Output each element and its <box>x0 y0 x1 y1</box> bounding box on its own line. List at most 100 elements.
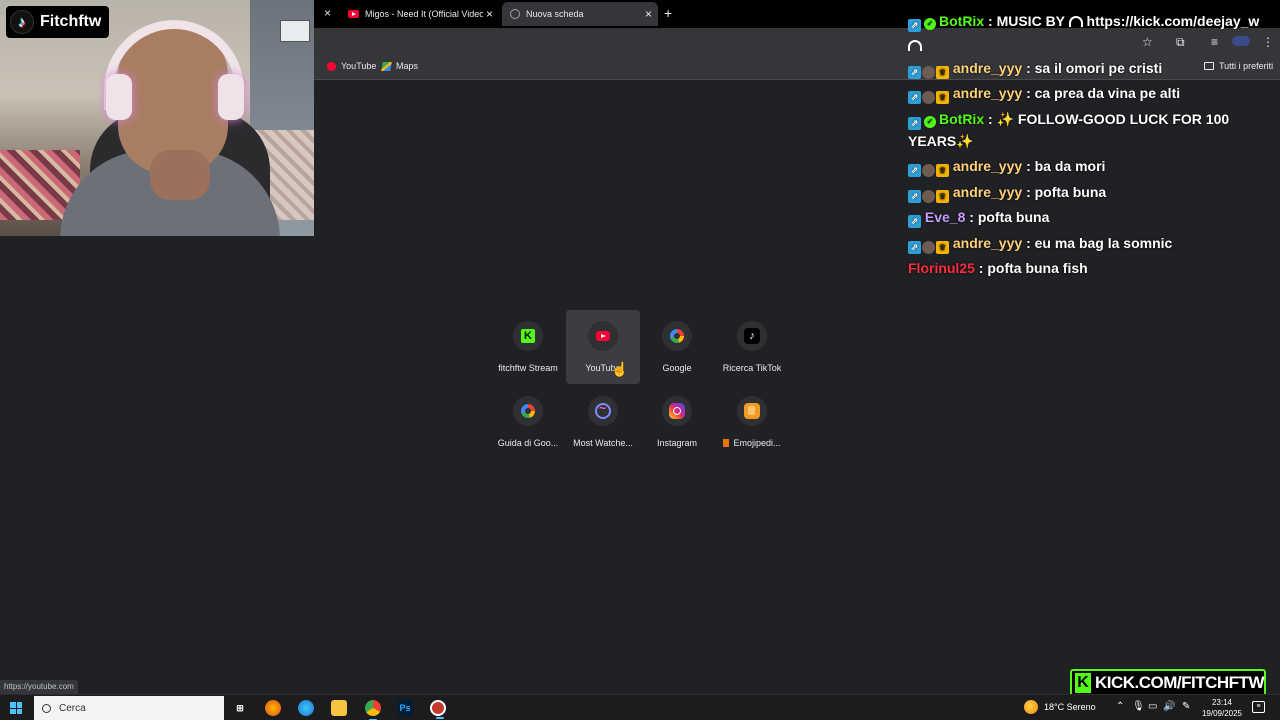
verified-badge-icon: ⇗ <box>908 91 921 104</box>
search-placeholder: Cerca <box>59 702 86 714</box>
youtube-icon <box>596 331 610 341</box>
close-tab-icon[interactable]: × <box>645 7 652 21</box>
new-tab-button[interactable]: + <box>664 5 672 21</box>
chat-message: ⇗ ♛ andre_yyy : pofta buna <box>908 181 1274 203</box>
bot-badge-icon: ✓ <box>924 116 936 128</box>
chat-text: : pofta buna <box>969 209 1050 225</box>
tab-title: Migos - Need It (Official Video) <box>365 9 483 19</box>
shortcut-fitchftw-stream[interactable]: K fitchftw Stream <box>491 310 565 384</box>
shortcut-guida-google[interactable]: Guida di Goo... <box>491 385 565 459</box>
photoshop-icon[interactable]: Ps <box>397 700 413 716</box>
bookmark-maps[interactable]: Maps <box>381 61 419 71</box>
kick-banner: K KICK.COM/FITCHFTW <box>1070 669 1266 697</box>
obs-icon[interactable] <box>430 700 446 719</box>
search-icon <box>42 703 51 713</box>
bot-badge-icon: ✓ <box>924 18 936 30</box>
network-icon[interactable]: ▭ <box>1148 701 1157 712</box>
verified-badge-icon: ⇗ <box>908 215 921 228</box>
close-icon[interactable]: × <box>324 6 331 20</box>
weather-text: 18°C Sereno <box>1044 702 1096 712</box>
notification-icon[interactable]: ≡ <box>1252 701 1265 713</box>
weather-widget[interactable]: 18°C Sereno <box>1024 700 1096 714</box>
chat-text: : eu ma bag la somnic <box>1026 235 1173 251</box>
chat-message: ⇗ ✓ BotRix : ✨ FOLLOW-GOOD LUCK FOR 100 YE… <box>908 108 1274 152</box>
chat-message: ⇗ ♛ andre_yyy : ba da mori <box>908 155 1274 177</box>
chat-username: andre_yyy <box>952 184 1023 200</box>
kick-icon: K <box>521 329 535 343</box>
status-url: https://youtube.com <box>0 680 78 694</box>
file-explorer-icon[interactable] <box>331 700 347 716</box>
chat-link: https://kick.com/deejay_w <box>1086 13 1260 29</box>
chat-username: Florinul25 <box>908 260 975 276</box>
chat-message: ⇗ ✓ BotRix : MUSIC BY https://kick.com/dee… <box>908 10 1274 56</box>
youtube-icon <box>327 61 336 71</box>
verified-badge-icon: ⇗ <box>908 241 921 254</box>
channel-badge: ♪ Fitchftw <box>6 6 110 38</box>
windows-start-icon[interactable] <box>10 702 22 714</box>
google-icon <box>521 404 535 418</box>
microphone-icon[interactable]: 🎙 <box>1132 701 1145 712</box>
chat-username: BotRix <box>939 111 985 127</box>
headphones-icon <box>908 40 922 51</box>
og-badge-icon <box>922 66 935 79</box>
webcam-feed: ♪ Fitchftw <box>0 0 314 236</box>
chat-message: Florinul25 : pofta buna fish <box>908 257 1274 279</box>
firefox-icon[interactable] <box>265 700 281 716</box>
chevron-up-icon[interactable]: ⌃ <box>1116 701 1124 712</box>
shortcut-label: Instagram <box>656 438 698 448</box>
verified-badge-icon: ⇗ <box>908 66 921 79</box>
clock[interactable]: 23:14 19/09/2025 <box>1200 697 1244 719</box>
google-icon <box>670 329 684 343</box>
bookmark-label: Maps <box>396 61 419 71</box>
tab-nuova-scheda[interactable]: Nuova scheda × <box>502 2 658 26</box>
chat-username: BotRix <box>939 13 985 29</box>
tab-migos[interactable]: Migos - Need It (Official Video) × <box>342 2 499 26</box>
emojipedia-small-icon <box>723 439 730 447</box>
shortcut-google[interactable]: Google <box>640 310 714 384</box>
shortcut-instagram[interactable]: Instagram <box>640 385 714 459</box>
kick-url: KICK.COM/FITCHFTW <box>1094 673 1265 692</box>
chat-text: : pofta buna fish <box>978 260 1088 276</box>
chat-text: : pofta buna <box>1026 184 1107 200</box>
shortcut-most-watched[interactable]: Most Watche... <box>566 385 640 459</box>
crown-badge-icon: ♛ <box>936 66 949 79</box>
chat-username: andre_yyy <box>952 158 1023 174</box>
shortcut-label: Most Watche... <box>573 438 633 448</box>
pen-icon[interactable]: ✎ <box>1182 701 1190 712</box>
clock-time: 23:14 <box>1211 698 1233 707</box>
shortcut-emojipedia[interactable]: Emojipedi... <box>715 385 789 459</box>
youtube-icon <box>348 10 359 18</box>
bookmark-youtube[interactable]: YouTube <box>327 61 376 71</box>
close-tab-icon[interactable]: × <box>486 7 493 21</box>
verified-badge-icon: ⇗ <box>908 190 921 203</box>
volume-icon[interactable]: 🔊 <box>1163 701 1175 712</box>
chat-username: andre_yyy <box>952 85 1023 101</box>
chat-username: andre_yyy <box>952 60 1023 76</box>
edge-icon[interactable] <box>298 700 314 716</box>
bookmark-label: YouTube <box>341 61 377 71</box>
chat-message: ⇗ ♛ andre_yyy : sa il omori pe cristi <box>908 57 1274 79</box>
shortcut-youtube[interactable]: YouTube <box>566 310 640 384</box>
tab-title: Nuova scheda <box>526 9 584 19</box>
crown-badge-icon: ♛ <box>936 164 949 177</box>
chat-username: andre_yyy <box>952 235 1023 251</box>
verified-badge-icon: ⇗ <box>908 19 921 32</box>
headphones-icon <box>1068 16 1083 27</box>
shortcut-label: Ricerca TikTok <box>722 363 782 373</box>
shortcut-label: Guida di Goo... <box>497 438 559 448</box>
shortcut-label: Google <box>662 363 692 373</box>
tiktok-icon: ♪ <box>744 328 760 344</box>
og-badge-icon <box>922 91 935 104</box>
task-view-icon[interactable]: ⊞ <box>232 700 248 716</box>
taskbar-search[interactable]: Cerca <box>34 696 224 720</box>
maps-icon <box>381 61 392 71</box>
shortcut-label: Emojipedi... <box>733 438 781 448</box>
og-badge-icon <box>922 164 935 177</box>
crown-badge-icon: ♛ <box>936 190 949 203</box>
chat-message: ⇗ Eve_8 : pofta buna <box>908 206 1274 228</box>
shortcut-ricerca-tiktok[interactable]: ♪ Ricerca TikTok <box>715 310 789 384</box>
chat-text: : sa il omori pe cristi <box>1026 60 1163 76</box>
chrome-icon[interactable] <box>365 700 381 720</box>
crown-badge-icon: ♛ <box>936 241 949 254</box>
chat-overlay: ⇗ ✓ BotRix : MUSIC BY https://kick.com/dee… <box>904 0 1280 290</box>
